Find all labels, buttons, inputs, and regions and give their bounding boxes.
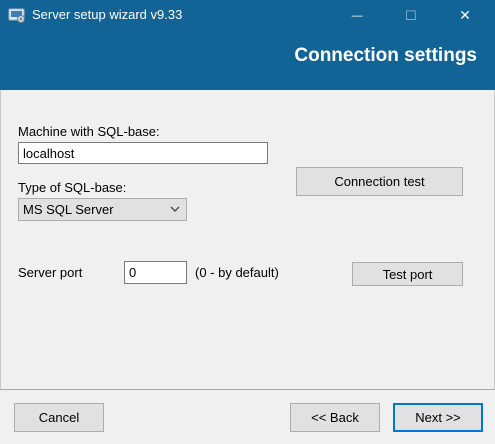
sql-type-selected: MS SQL Server <box>23 202 114 217</box>
next-button[interactable]: Next >> <box>393 403 483 432</box>
test-port-button[interactable]: Test port <box>352 262 463 286</box>
back-button[interactable]: << Back <box>290 403 380 432</box>
cancel-button[interactable]: Cancel <box>14 403 104 432</box>
maximize-icon: ☐ <box>405 7 417 23</box>
server-port-label: Server port <box>18 265 83 280</box>
title-bar: Server setup wizard v9.33 — ☐ ✕ <box>0 0 495 31</box>
connection-test-button[interactable]: Connection test <box>296 167 463 196</box>
machine-label: Machine with SQL-base: <box>18 124 160 139</box>
server-port-hint: (0 - by default) <box>195 265 279 280</box>
minimize-button[interactable]: — <box>334 0 380 31</box>
header-band: Connection settings <box>0 31 495 90</box>
page-title: Connection settings <box>294 45 477 66</box>
server-port-input[interactable] <box>124 261 187 284</box>
sql-type-label: Type of SQL-base: <box>18 180 127 195</box>
maximize-button[interactable]: ☐ <box>388 0 434 31</box>
chevron-down-icon <box>170 206 180 212</box>
machine-input[interactable] <box>18 142 268 164</box>
sql-type-select[interactable]: MS SQL Server <box>18 198 187 221</box>
close-button[interactable]: ✕ <box>442 0 488 31</box>
minimize-icon: — <box>351 9 363 22</box>
close-icon: ✕ <box>459 7 471 23</box>
app-setup-icon <box>8 8 25 23</box>
window-title: Server setup wizard v9.33 <box>32 7 183 22</box>
